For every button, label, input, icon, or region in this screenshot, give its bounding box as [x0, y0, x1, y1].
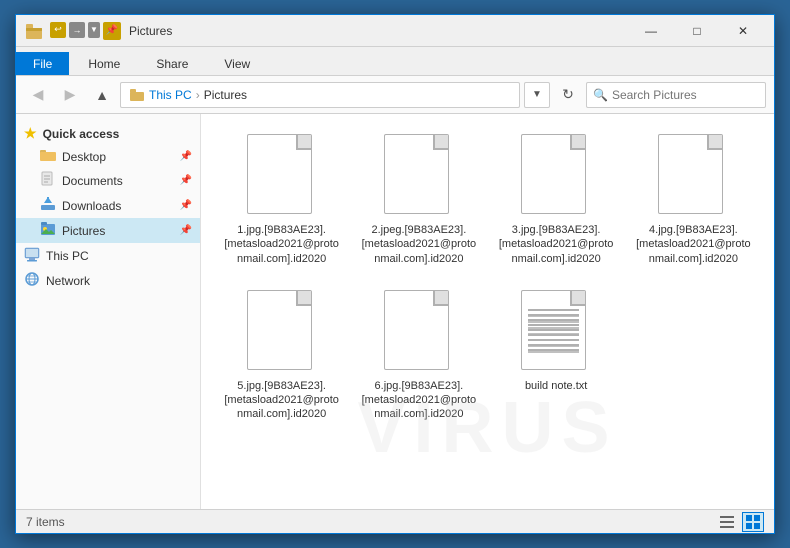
qa-arrow-btn[interactable]: →	[69, 22, 85, 38]
file-item[interactable]: 2.jpeg.[9B83AE23].[metasload2021@protonm…	[354, 130, 483, 270]
address-bar: ◀ ▶ ▲ This PC › Pictures ▼ ↻ 🔍	[16, 76, 774, 114]
file-icon	[658, 134, 728, 219]
file-icon	[247, 134, 317, 219]
forward-button[interactable]: ▶	[56, 81, 84, 109]
up-button[interactable]: ▲	[88, 81, 116, 109]
folder-icon	[40, 148, 56, 165]
file-item[interactable]: 6.jpg.[9B83AE23].[metasload2021@protonma…	[354, 286, 483, 426]
file-label: 1.jpg.[9B83AE23].[metasload2021@protonma…	[222, 223, 342, 266]
star-icon: ★	[24, 125, 37, 142]
sidebar-quick-access-label: Quick access	[43, 127, 120, 141]
pc-icon	[24, 246, 40, 265]
sidebar-item-quick-access[interactable]: ★ Quick access	[16, 122, 200, 145]
sidebar-item-pictures[interactable]: Pictures 📌	[16, 218, 200, 243]
minimize-button[interactable]: —	[628, 15, 674, 47]
status-bar: 7 items	[16, 509, 774, 533]
file-area: VIRUS 1.jpg.[9B83AE23].[metasload2021@pr…	[201, 114, 774, 509]
icon-view-button[interactable]	[742, 512, 764, 532]
sidebar-desktop-label: Desktop	[62, 150, 106, 164]
network-icon	[24, 271, 40, 290]
title-bar: ↩ → ▼ 📌 Pictures — □ ✕	[16, 15, 774, 47]
search-icon: 🔍	[593, 88, 608, 102]
sidebar-item-desktop[interactable]: Desktop 📌	[16, 145, 200, 168]
item-count: 7 items	[26, 515, 65, 529]
files-grid: 1.jpg.[9B83AE23].[metasload2021@protonma…	[217, 130, 758, 426]
pin-icon: 📌	[180, 151, 192, 162]
address-path[interactable]: This PC › Pictures	[120, 82, 520, 108]
sidebar-item-downloads[interactable]: Downloads 📌	[16, 193, 200, 218]
refresh-button[interactable]: ↻	[554, 81, 582, 109]
file-label: 4.jpg.[9B83AE23].[metasload2021@protonma…	[633, 223, 753, 266]
quick-access-toolbar: ↩ → ▼ 📌	[50, 22, 121, 40]
maximize-button[interactable]: □	[674, 15, 720, 47]
pin-icon-pic: 📌	[180, 225, 192, 236]
ribbon-tabs: File Home Share View	[16, 47, 774, 75]
tab-share[interactable]: Share	[139, 52, 205, 75]
file-label: 3.jpg.[9B83AE23].[metasload2021@protonma…	[496, 223, 616, 266]
file-item[interactable]: 5.jpg.[9B83AE23].[metasload2021@protonma…	[217, 286, 346, 426]
sidebar-network-label: Network	[46, 274, 90, 288]
sidebar-pictures-label: Pictures	[62, 224, 105, 238]
window-title: Pictures	[129, 24, 628, 38]
window-controls: — □ ✕	[628, 15, 766, 47]
sidebar-item-network[interactable]: Network	[16, 268, 200, 293]
file-label: 2.jpeg.[9B83AE23].[metasload2021@protonm…	[359, 223, 479, 266]
file-item[interactable]: 3.jpg.[9B83AE23].[metasload2021@protonma…	[492, 130, 621, 270]
sidebar-documents-label: Documents	[62, 174, 123, 188]
explorer-window: ↩ → ▼ 📌 Pictures — □ ✕ File Home Share V…	[15, 14, 775, 534]
qa-down-btn[interactable]: ▼	[88, 22, 100, 38]
file-icon	[247, 290, 317, 375]
file-icon	[521, 134, 591, 219]
sidebar: ★ Quick access Desktop 📌	[16, 114, 201, 509]
download-icon	[40, 196, 56, 215]
documents-icon	[40, 171, 56, 190]
path-thispc[interactable]: This PC	[149, 88, 192, 102]
file-label: 6.jpg.[9B83AE23].[metasload2021@protonma…	[359, 379, 479, 422]
file-item[interactable]: 4.jpg.[9B83AE23].[metasload2021@protonma…	[629, 130, 758, 270]
qa-pin-btn[interactable]: 📌	[103, 22, 121, 40]
main-content: ★ Quick access Desktop 📌	[16, 114, 774, 509]
file-item[interactable]: 1.jpg.[9B83AE23].[metasload2021@protonma…	[217, 130, 346, 270]
file-icon-txt	[521, 290, 591, 375]
tab-home[interactable]: Home	[71, 52, 137, 75]
pin-icon-dl: 📌	[180, 200, 192, 211]
pin-icon-docs: 📌	[180, 175, 192, 186]
view-controls	[716, 512, 764, 532]
search-input[interactable]	[612, 88, 759, 102]
sidebar-item-thispc[interactable]: This PC	[16, 243, 200, 268]
list-view-button[interactable]	[716, 512, 738, 532]
sidebar-thispc-label: This PC	[46, 249, 89, 263]
back-button[interactable]: ◀	[24, 81, 52, 109]
tab-view[interactable]: View	[207, 52, 267, 75]
sidebar-item-documents[interactable]: Documents 📌	[16, 168, 200, 193]
file-icon	[384, 290, 454, 375]
tab-file[interactable]: File	[16, 52, 69, 75]
path-pictures[interactable]: Pictures	[204, 88, 247, 102]
file-item-txt[interactable]: build note.txt	[492, 286, 621, 426]
qa-back-btn[interactable]: ↩	[50, 22, 66, 38]
ribbon: File Home Share View	[16, 47, 774, 76]
file-label-txt: build note.txt	[525, 379, 587, 393]
close-button[interactable]: ✕	[720, 15, 766, 47]
file-label: 5.jpg.[9B83AE23].[metasload2021@protonma…	[222, 379, 342, 422]
sidebar-downloads-label: Downloads	[62, 199, 121, 213]
file-icon	[384, 134, 454, 219]
search-box[interactable]: 🔍	[586, 82, 766, 108]
pictures-sidebar-icon	[40, 221, 56, 240]
address-dropdown[interactable]: ▼	[524, 82, 550, 108]
window-icon	[24, 21, 44, 41]
